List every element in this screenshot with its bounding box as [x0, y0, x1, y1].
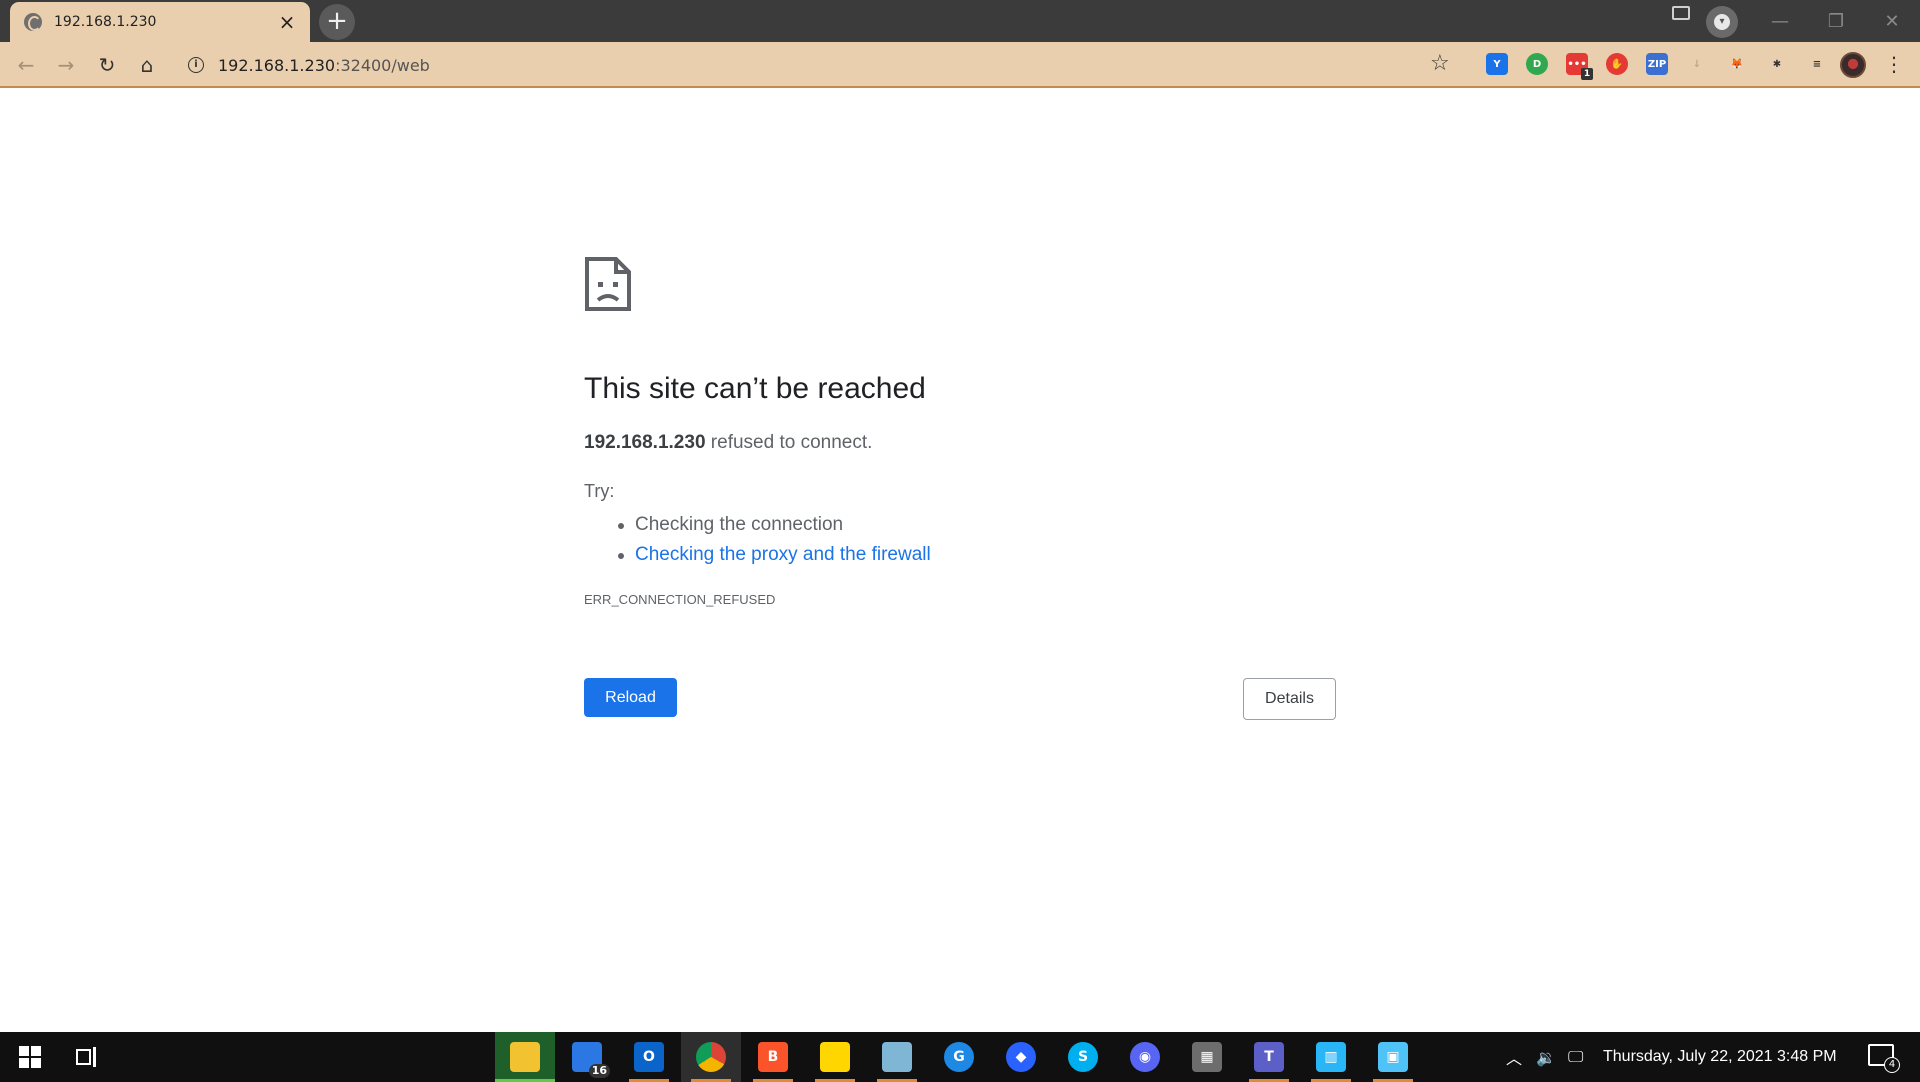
bookmark-star-icon[interactable]: ☆: [1430, 51, 1450, 76]
calculator-icon: ▦: [1192, 1042, 1222, 1072]
pen-icon: [882, 1042, 912, 1072]
document-icon: 16: [572, 1042, 610, 1078]
taskbar-app-file-explorer[interactable]: [495, 1032, 555, 1082]
restore-button[interactable]: ❐: [1808, 0, 1864, 42]
taskbar-app-pen-app[interactable]: [867, 1032, 927, 1082]
taskbar-app-building-app[interactable]: ▥: [1301, 1032, 1361, 1082]
zip-icon[interactable]: ZIP: [1646, 53, 1668, 75]
menu-kebab-icon[interactable]: ⋮: [1884, 52, 1904, 76]
taskbar-app-outlook[interactable]: O: [619, 1032, 679, 1082]
media-queue-icon[interactable]: ≡: [1806, 53, 1828, 75]
taskbar-app-compass-app[interactable]: ◆: [991, 1032, 1051, 1082]
forward-button[interactable]: →: [50, 49, 82, 81]
task-view-button[interactable]: [58, 1032, 118, 1082]
building-icon: ▥: [1316, 1042, 1346, 1072]
minimize-button[interactable]: —: [1752, 0, 1808, 42]
home-button[interactable]: ⌂: [131, 49, 163, 81]
arrow-right-icon: →: [57, 53, 75, 77]
suggestion-check-proxy-link[interactable]: Checking the proxy and the firewall: [612, 540, 931, 570]
taskbar-badge: 16: [588, 1064, 610, 1078]
teams-icon: T: [1254, 1042, 1284, 1072]
media-control-icon[interactable]: [1672, 6, 1690, 20]
reload-button[interactable]: Reload: [584, 678, 677, 717]
download-box-icon[interactable]: ↓: [1686, 53, 1708, 75]
brave-icon: B: [758, 1042, 788, 1072]
page-content: This site can’t be reached 192.168.1.230…: [0, 90, 1920, 1030]
back-button[interactable]: ←: [10, 49, 42, 81]
info-icon[interactable]: i: [188, 57, 204, 73]
taskbar-app-brave[interactable]: B: [743, 1032, 803, 1082]
profile-avatar[interactable]: [1840, 52, 1866, 78]
show-hidden-icons-button[interactable]: ︿: [1506, 1032, 1522, 1082]
discord-icon: ◉: [1130, 1042, 1160, 1072]
try-label: Try:: [584, 481, 615, 501]
network-button[interactable]: 🖵: [1568, 1032, 1583, 1082]
url-path: :32400/web: [335, 55, 430, 75]
browser-tab[interactable]: 192.168.1.230 ×: [10, 2, 310, 42]
taskbar-app-g-app[interactable]: G: [929, 1032, 989, 1082]
taskbar-app-sticky-notes[interactable]: [805, 1032, 865, 1082]
sad-page-icon: [585, 257, 631, 311]
task-view-icon: [76, 1047, 96, 1067]
taskbar-app-chrome[interactable]: [681, 1032, 741, 1082]
green-d-icon[interactable]: D: [1526, 53, 1548, 75]
close-window-button[interactable]: ✕: [1864, 0, 1920, 42]
suggestion-check-connection: Checking the connection: [612, 510, 931, 540]
error-summary: 192.168.1.230 refused to connect.: [584, 432, 872, 454]
window-controls: — ❐ ✕: [1752, 0, 1920, 42]
notifications-button[interactable]: 4: [1868, 1044, 1900, 1073]
reload-page-button[interactable]: ↻: [91, 49, 123, 81]
details-button[interactable]: Details: [1243, 678, 1336, 720]
tab-title: 192.168.1.230: [54, 14, 157, 30]
network-monitor-icon: ▣: [1378, 1042, 1408, 1072]
sticky-note-icon: [820, 1042, 850, 1072]
url-text: 192.168.1.230:32400/web: [218, 56, 430, 75]
taskbar-clock[interactable]: Thursday, July 22, 2021 3:48 PM: [1603, 1032, 1837, 1082]
speaker-icon: 🔉: [1536, 1047, 1556, 1067]
folder-icon: [510, 1042, 540, 1072]
y-shield-icon[interactable]: Y: [1486, 53, 1508, 75]
taskbar-app-discord[interactable]: ◉: [1115, 1032, 1175, 1082]
error-summary-text: refused to connect.: [710, 432, 873, 453]
start-button[interactable]: [0, 1032, 60, 1082]
outlook-icon: O: [634, 1042, 664, 1072]
error-code: ERR_CONNECTION_REFUSED: [584, 592, 776, 607]
windows-logo-icon: [19, 1046, 41, 1068]
g-circle-icon: G: [944, 1042, 974, 1072]
chevron-down-icon: ▾: [1714, 14, 1730, 30]
taskbar-app-skype[interactable]: S: [1053, 1032, 1113, 1082]
windows-taskbar: 16 O B G ◆ S ◉ ▦ T ▥ ▣ ︿ 🔉 🖵 Thursday, July 22, 20…: [0, 1032, 1920, 1082]
red-dots-icon[interactable]: ••• 1: [1566, 53, 1593, 80]
globe-icon: [24, 13, 42, 31]
extension-badge: 1: [1581, 68, 1593, 80]
fox-icon[interactable]: 🦊: [1726, 53, 1748, 75]
tab-search-button[interactable]: ▾: [1706, 6, 1738, 38]
taskbar-app-notepad[interactable]: 16: [557, 1032, 617, 1082]
skype-icon: S: [1068, 1042, 1098, 1072]
address-bar[interactable]: i 192.168.1.230:32400/web: [176, 47, 1476, 83]
url-host: 192.168.1.230: [218, 55, 336, 75]
taskbar-app-calculator[interactable]: ▦: [1177, 1032, 1237, 1082]
chrome-icon: [696, 1042, 726, 1072]
network-icon: 🖵: [1568, 1047, 1584, 1066]
chevron-up-icon: ︿: [1506, 1049, 1523, 1068]
new-tab-button[interactable]: +: [319, 4, 355, 40]
notification-count: 4: [1884, 1057, 1900, 1073]
tab-strip: 192.168.1.230 × + ▾ — ❐ ✕: [0, 0, 1920, 42]
puzzle-icon[interactable]: ✱: [1766, 53, 1788, 75]
volume-button[interactable]: 🔉: [1536, 1032, 1556, 1082]
taskbar-app-network-app[interactable]: ▣: [1363, 1032, 1423, 1082]
browser-toolbar: ← → ↻ ⌂ i 192.168.1.230:32400/web ☆ Y D ••…: [0, 42, 1920, 88]
error-title: This site can’t be reached: [584, 372, 926, 405]
arrow-left-icon: ←: [17, 53, 35, 77]
reload-icon: ↻: [98, 53, 116, 77]
suggestions-list: Checking the connection Checking the pro…: [612, 510, 931, 570]
compass-icon: ◆: [1006, 1042, 1036, 1072]
home-icon: ⌂: [140, 53, 154, 77]
error-host: 192.168.1.230: [584, 432, 706, 453]
taskbar-app-teams[interactable]: T: [1239, 1032, 1299, 1082]
stop-hand-icon[interactable]: ✋: [1606, 53, 1628, 75]
close-tab-icon[interactable]: ×: [276, 10, 298, 34]
